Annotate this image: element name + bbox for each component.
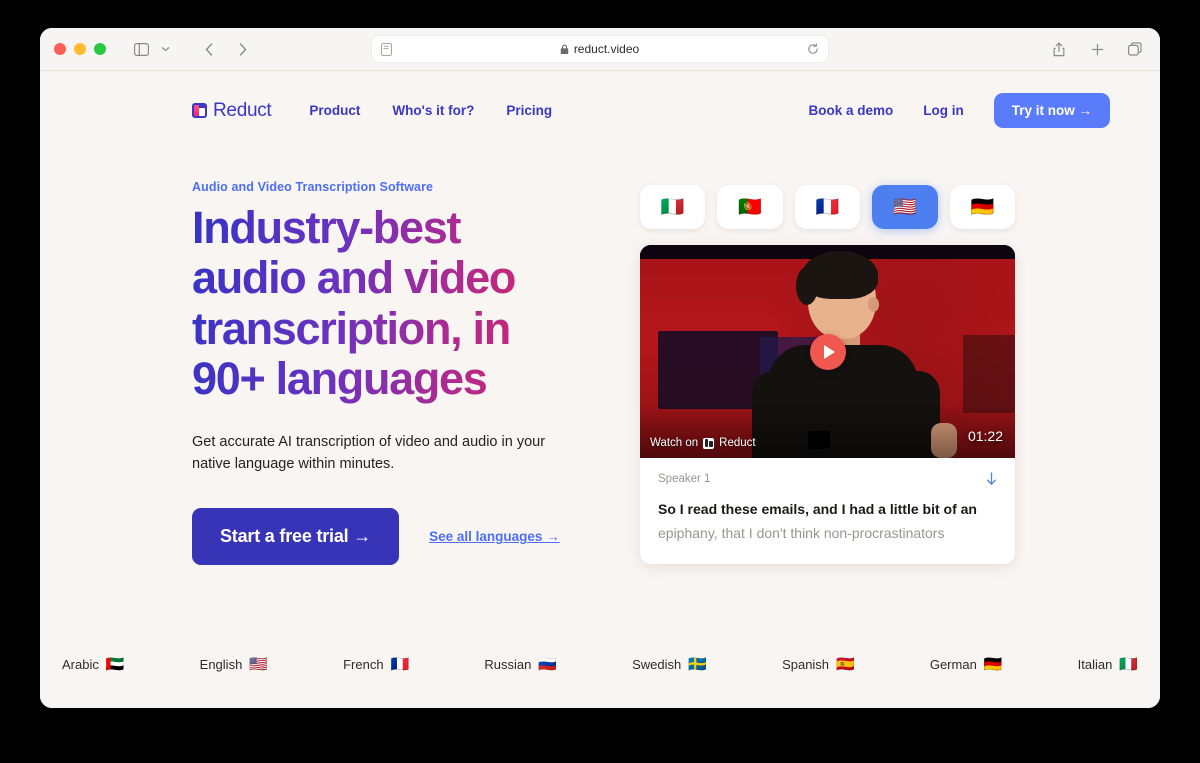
watch-on-reduct-badge[interactable]: Watch on Reduct [650, 437, 756, 449]
minimize-window-button[interactable] [74, 43, 86, 55]
hero-actions: Start a free trial → See all languages → [192, 508, 582, 566]
stage-panel-right [963, 335, 1015, 413]
video-player-card: Watch on Reduct 01:22 Speaker 1 So I rea… [640, 245, 1015, 564]
see-all-languages-link[interactable]: See all languages → [429, 529, 560, 544]
flag-pill-portugal[interactable]: 🇵🇹 [717, 185, 783, 229]
nav-item-pricing[interactable]: Pricing [506, 103, 552, 118]
language-item-russian[interactable]: Russian 🇷🇺 [484, 657, 557, 672]
speaker-ear [868, 297, 879, 312]
chevron-down-icon[interactable] [154, 38, 176, 60]
language-flag-selector: 🇮🇹 🇵🇹 🇫🇷 🇺🇸 🇩🇪 [640, 185, 1016, 229]
reader-view-icon[interactable] [381, 42, 392, 56]
language-item-english[interactable]: English 🇺🇸 [200, 657, 268, 672]
language-item-french[interactable]: French 🇫🇷 [343, 657, 409, 672]
language-label: Arabic [62, 657, 99, 672]
nav-item-whos-it-for[interactable]: Who's it for? [392, 103, 474, 118]
flag-icon-italian: 🇮🇹 [1119, 656, 1138, 673]
flag-pill-usa[interactable]: 🇺🇸 [872, 185, 938, 229]
hero-eyebrow: Audio and Video Transcription Software [192, 180, 434, 194]
start-free-trial-button[interactable]: Start a free trial → [192, 508, 400, 566]
hero-media: 🇮🇹 🇵🇹 🇫🇷 🇺🇸 🇩🇪 Watch on Reduct 01:22 Spe… [640, 180, 1016, 565]
speaker-hand [931, 423, 957, 458]
nav-item-book-a-demo[interactable]: Book a demo [808, 103, 893, 118]
flag-pill-france[interactable]: 🇫🇷 [794, 185, 861, 229]
flag-icon-arabic: 🇦🇪 [105, 656, 125, 673]
language-list: Arabic 🇦🇪 English 🇺🇸 French 🇫🇷 Russian 🇷… [40, 657, 1160, 672]
flag-icon-french: 🇫🇷 [390, 656, 410, 673]
address-bar[interactable]: reduct.video [372, 36, 828, 62]
language-label: Italian [1077, 657, 1113, 672]
forward-arrow-icon[interactable] [232, 38, 254, 60]
watch-on-brand: Reduct [719, 437, 756, 449]
language-item-spanish[interactable]: Spanish 🇪🇸 [782, 657, 855, 672]
download-arrow-icon[interactable] [986, 472, 997, 486]
flag-icon-german: 🇩🇪 [983, 656, 1003, 673]
speaker-hair-side [796, 267, 818, 305]
flag-icon-english: 🇺🇸 [249, 656, 268, 673]
language-item-italian[interactable]: Italian 🇮🇹 [1078, 657, 1138, 672]
hero-copy: Audio and Video Transcription Software I… [192, 180, 582, 566]
transcript-panel: Speaker 1 So I read these emails, and I … [640, 458, 1015, 564]
back-arrow-icon[interactable] [198, 38, 220, 60]
language-item-swedish[interactable]: Swedish 🇸🇪 [632, 657, 707, 672]
transcript-line-active: So I read these emails, and I had a litt… [658, 501, 977, 517]
transcript-line-muted: epiphany, that I don't think non-procras… [658, 525, 945, 542]
sidebar-toggle-icon[interactable] [130, 38, 152, 60]
play-button[interactable] [809, 333, 846, 370]
browser-toolbar: reduct.video [40, 28, 1160, 71]
language-label: English [199, 657, 243, 672]
flag-icon-russian: 🇷🇺 [538, 656, 558, 673]
plus-icon[interactable] [1086, 38, 1108, 60]
nav-item-log-in[interactable]: Log in [923, 103, 964, 118]
nav-item-product[interactable]: Product [309, 103, 360, 118]
language-label: French [343, 657, 384, 672]
hero-subcopy: Get accurate AI transcription of video a… [192, 433, 546, 473]
reload-icon[interactable] [807, 43, 819, 55]
flag-icon-swedish: 🇸🇪 [688, 656, 707, 673]
try-it-now-button[interactable]: Try it now → [993, 93, 1110, 128]
language-label: German [929, 657, 977, 672]
url-text: reduct.video [573, 42, 640, 56]
brand-name: Reduct [213, 99, 272, 121]
maximize-window-button[interactable] [94, 43, 106, 55]
watch-on-label: Watch on [650, 437, 699, 449]
site-nav: Reduct Product Who's it for? Pricing Boo… [40, 71, 1160, 128]
brand-logo[interactable]: Reduct [192, 99, 272, 122]
page-title: Industry-best audio and video transcript… [192, 202, 582, 405]
reduct-logo-icon-small [703, 437, 715, 449]
speaker-torso [768, 345, 918, 458]
reduct-logo-icon [192, 103, 207, 118]
flag-icon-spanish: 🇪🇸 [836, 656, 855, 673]
page-content: Reduct Product Who's it for? Pricing Boo… [40, 71, 1160, 708]
video-thumbnail[interactable]: Watch on Reduct 01:22 [640, 245, 1015, 458]
transcript-speaker-label: Speaker 1 [658, 473, 711, 485]
language-item-arabic[interactable]: Arabic 🇦🇪 [62, 657, 125, 672]
window-controls[interactable] [54, 43, 106, 55]
speaker-mic [808, 431, 830, 449]
share-icon[interactable] [1048, 38, 1070, 60]
language-item-german[interactable]: German 🇩🇪 [930, 657, 1003, 672]
language-label: Spanish [782, 657, 830, 672]
close-window-button[interactable] [54, 43, 66, 55]
language-label: Swedish [632, 657, 682, 672]
lock-icon [560, 44, 569, 55]
hero-section: Audio and Video Transcription Software I… [40, 128, 1160, 566]
tab-overview-icon[interactable] [1124, 38, 1146, 60]
flag-pill-italy[interactable]: 🇮🇹 [640, 185, 706, 229]
play-triangle-icon [823, 344, 835, 359]
browser-window: reduct.video Reduct Product Who's it for… [40, 28, 1160, 708]
language-label: Russian [484, 657, 532, 672]
video-duration: 01:22 [967, 428, 1003, 444]
flag-pill-germany[interactable]: 🇩🇪 [949, 185, 1016, 229]
